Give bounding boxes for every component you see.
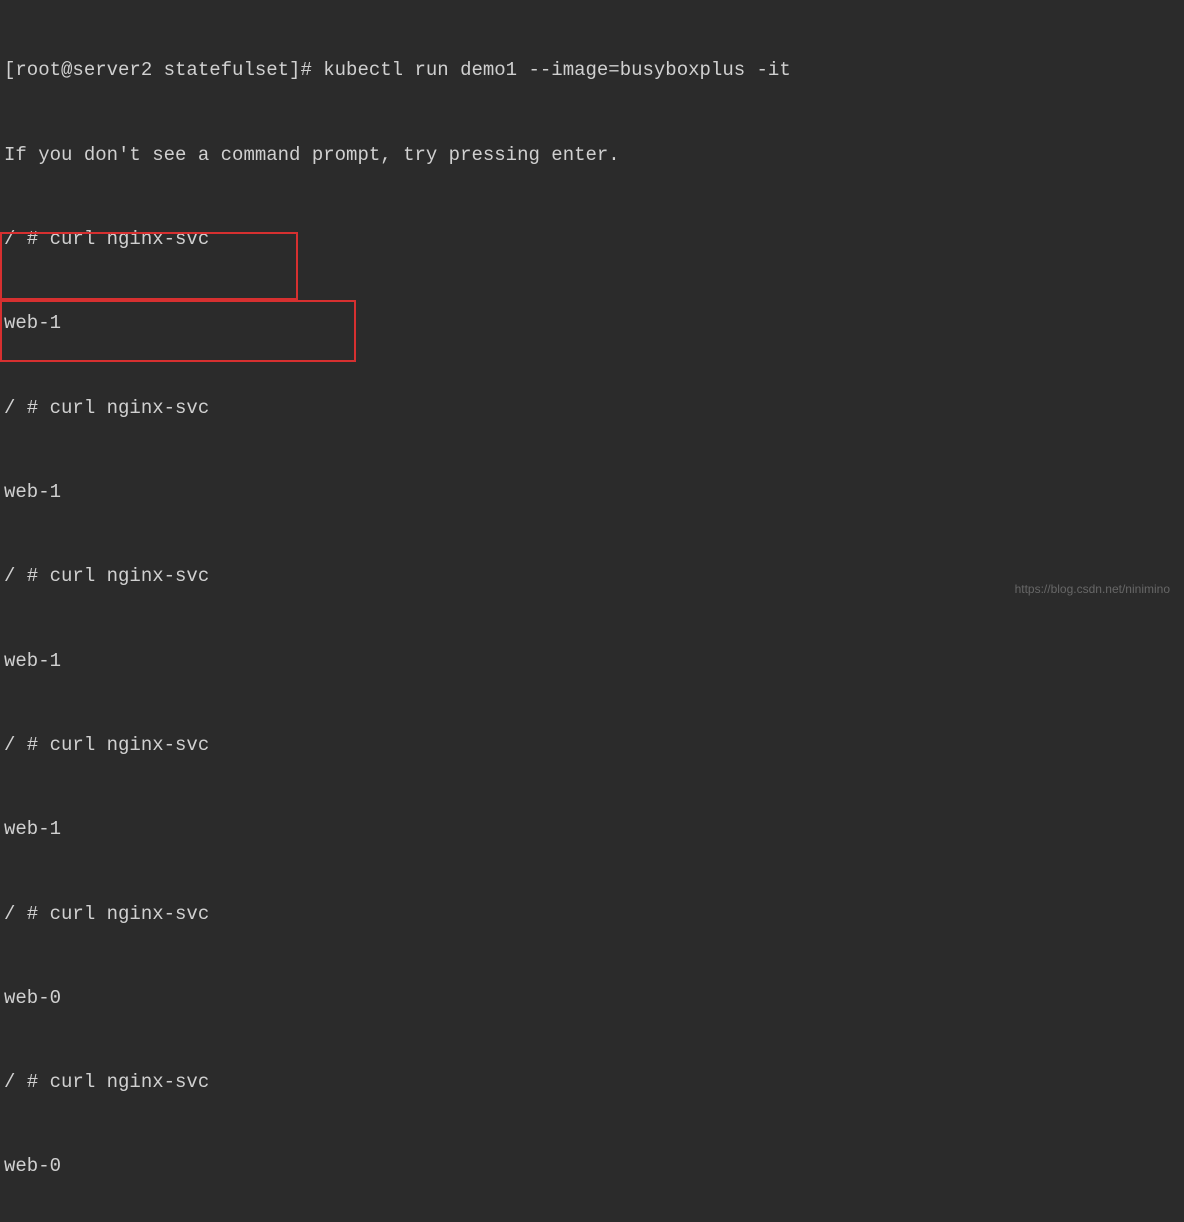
terminal-line: web-1 xyxy=(4,647,1184,675)
terminal-line: / # curl nginx-svc xyxy=(4,1068,1184,1096)
terminal-line: / # curl nginx-svc xyxy=(4,731,1184,759)
terminal-line: web-1 xyxy=(4,309,1184,337)
terminal-line: web-0 xyxy=(4,1152,1184,1180)
terminal-line: / # curl nginx-svc xyxy=(4,562,1184,590)
terminal-line: If you don't see a command prompt, try p… xyxy=(4,141,1184,169)
terminal-output[interactable]: [root@server2 statefulset]# kubectl run … xyxy=(4,0,1184,1222)
terminal-line: [root@server2 statefulset]# kubectl run … xyxy=(4,56,1184,84)
terminal-line: web-1 xyxy=(4,815,1184,843)
terminal-line: web-1 xyxy=(4,478,1184,506)
terminal-line: / # curl nginx-svc xyxy=(4,900,1184,928)
terminal-line: web-0 xyxy=(4,984,1184,1012)
terminal-line: / # curl nginx-svc xyxy=(4,225,1184,253)
watermark-text: https://blog.csdn.net/ninimino xyxy=(1015,581,1170,599)
terminal-line: / # curl nginx-svc xyxy=(4,394,1184,422)
